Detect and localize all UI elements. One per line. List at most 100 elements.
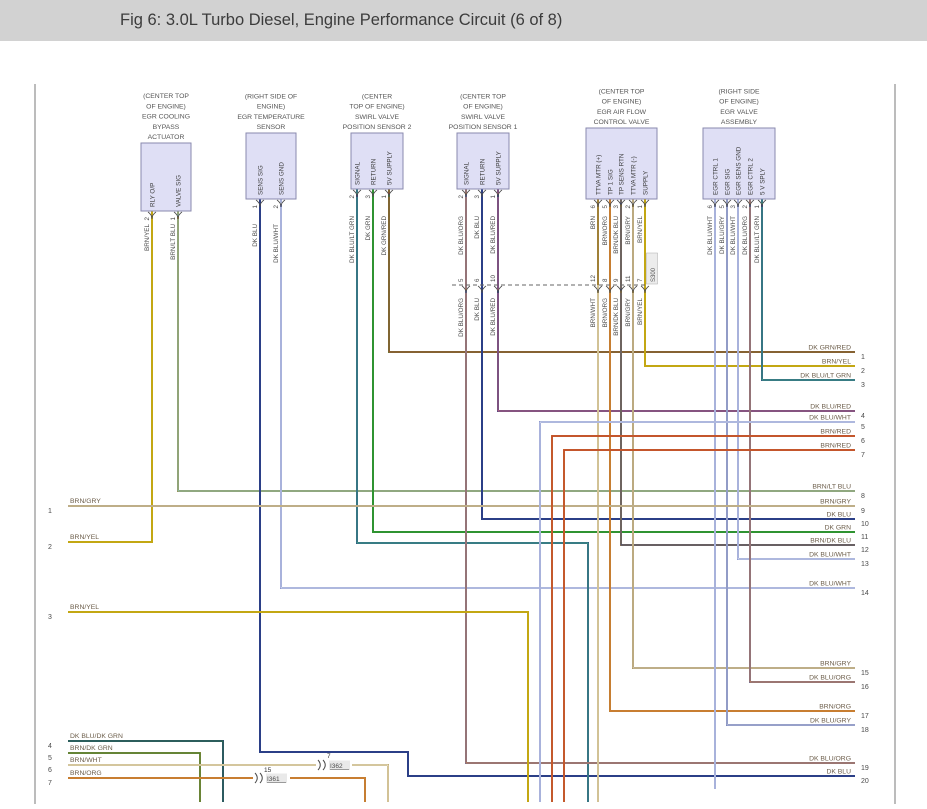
- component-caption-line: ACTUATOR: [148, 134, 185, 141]
- component-caption-line: EGR COOLING: [142, 114, 190, 121]
- right-row-label: BRN/LT BLU: [812, 484, 851, 491]
- wire-egrt-sens-sig: [259, 199, 855, 777]
- wire-color-label: DK GRN/RED: [381, 216, 388, 256]
- wire-color-label: BRN/GRY: [625, 297, 632, 326]
- inline-ref-I362[interactable]: 7 I362: [317, 753, 350, 771]
- pin-number: 2: [273, 204, 280, 208]
- pin-number: 3: [613, 204, 620, 208]
- left-row-label: BRN/YEL: [70, 604, 99, 611]
- connector-ref-label[interactable]: S300: [651, 267, 657, 282]
- pin-number: 2: [144, 216, 151, 220]
- figure-title: Fig 6: 3.0L Turbo Diesel, Engine Perform…: [120, 11, 563, 29]
- wire-color-label: DK BLU: [474, 216, 481, 239]
- component-caption-line: ENGINE): [257, 104, 285, 111]
- ref-label[interactable]: I361: [267, 776, 280, 783]
- wire-color-label: BRN/LT BLU: [170, 224, 177, 260]
- pin-label: EGR CTRL 1: [713, 158, 720, 195]
- pin-label: TTVA MTR (-): [631, 156, 638, 195]
- wire-svps1-return: [481, 189, 855, 520]
- left-row-number: 1: [48, 508, 52, 515]
- wire-egrt-sens-gnd: [280, 199, 855, 589]
- component-swirl-valve-position-sensor-1: (CENTER TOP OF ENGINE) SWIRL VALVE POSITION…: [449, 93, 518, 198]
- wire-accent-svps2-signal: [356, 189, 589, 802]
- connector-break-icon: [259, 772, 263, 784]
- wire-color-label: DK BLU/WHT: [273, 224, 280, 263]
- right-row-number: 10: [861, 521, 869, 528]
- right-row-label: BRN/RED: [820, 443, 851, 450]
- right-row-label: DK BLU/LT GRN: [800, 373, 851, 380]
- right-row-number: 20: [861, 778, 869, 785]
- wire-color-label: DK BLU/GRY: [719, 215, 726, 254]
- right-row-label: DK BLU/ORG: [809, 675, 851, 682]
- component-caption-line: SENSOR: [257, 124, 286, 131]
- connector-break-icon: [254, 772, 258, 784]
- wire-row-left6-b: [352, 764, 389, 802]
- component-caption-line: OF ENGINE): [146, 103, 186, 110]
- connector-pin-number: 8: [602, 278, 609, 282]
- right-row-number: 1: [861, 354, 865, 361]
- pin-number: 2: [349, 194, 356, 198]
- right-row-label: BRN/RED: [820, 429, 851, 436]
- wire-color-label: BRN/YEL: [637, 216, 644, 243]
- pin-label: EGR SENS GND: [736, 146, 743, 195]
- left-row-label: BRN/ORG: [70, 770, 102, 777]
- left-row-label: BRN/YEL: [70, 534, 99, 541]
- wire-color-label: DK BLU/ORG: [742, 216, 749, 255]
- wire-color-label: DK BLU/ORG: [458, 216, 465, 255]
- right-row-label: BRN/GRY: [820, 499, 851, 506]
- pin-number: 3: [730, 204, 737, 208]
- component-caption-line: POSITION SENSOR 2: [343, 124, 412, 131]
- inline-ref-I361[interactable]: 15 I361: [254, 767, 287, 784]
- ref-pin-number: 15: [264, 767, 272, 774]
- component-swirl-valve-position-sensor-2: (CENTER TOP OF ENGINE) SWIRL VALVE POSITION…: [343, 93, 412, 198]
- pin-label: RETURN: [480, 158, 487, 185]
- right-row-label: DK GRN: [825, 525, 852, 532]
- component-caption-line: OF ENGINE): [719, 99, 759, 106]
- wire-color-label: DK BLU/WHT: [730, 216, 737, 255]
- pin-label: SENS SIG: [258, 165, 265, 195]
- connector-pin-number: 10: [490, 275, 497, 282]
- wire-color-label: DK BLU/LT GRN: [349, 216, 356, 263]
- wire-bypass-rly-op: [68, 211, 153, 543]
- right-row-label: DK BLU/WHT: [809, 415, 851, 422]
- right-row-number: 7: [861, 452, 865, 459]
- left-row-label: BRN/DK GRN: [70, 745, 113, 752]
- component-egr-temperature-sensor: (RIGHT SIDE OF ENGINE) EGR TEMPERATURE SENS…: [237, 93, 305, 208]
- connector-break-icon: [322, 759, 326, 771]
- component-box: [140, 142, 192, 212]
- pin-label: TP SENS RTN: [619, 153, 626, 195]
- wire-color-label: BRN/ORG: [602, 216, 609, 245]
- wire-accent-row-right7: [563, 449, 855, 802]
- pin-number: 1: [252, 204, 259, 208]
- pin-label: RLY O/P: [150, 183, 157, 207]
- right-row-number: 3: [861, 382, 865, 389]
- pin-number: 6: [590, 204, 597, 208]
- component-caption-line: (CENTER TOP: [460, 93, 506, 100]
- left-row-number: 2: [48, 544, 52, 551]
- pin-number: 5: [602, 204, 609, 208]
- component-caption-line: EGR VALVE: [720, 109, 758, 116]
- wire-accent-row-left7-b: [290, 777, 366, 802]
- connector-pin-number: 11: [625, 275, 632, 282]
- pin-number: 3: [365, 194, 372, 198]
- wire-color-label: DK BLU/ORG: [458, 298, 465, 337]
- wire-color-label: DK BLU/LT GRN: [754, 216, 761, 263]
- component-caption-line: EGR TEMPERATURE: [237, 114, 305, 121]
- component-caption-line: SWIRL VALVE: [355, 114, 400, 121]
- connector-pin-number: 12: [590, 275, 597, 282]
- right-row-label: DK BLU: [826, 769, 851, 776]
- component-egr-valve-assembly: (RIGHT SIDE OF ENGINE) EGR VALVE ASSEMBLY EG…: [702, 88, 776, 208]
- right-row-number: 14: [861, 590, 869, 597]
- ref-label[interactable]: I362: [330, 763, 343, 770]
- right-row-number: 13: [861, 561, 869, 568]
- wire-color-label: BRN/YEL: [144, 224, 151, 251]
- left-row-number: 5: [48, 755, 52, 762]
- component-caption-line: CONTROL VALVE: [594, 119, 650, 126]
- connector-pin-number: 7: [637, 278, 644, 282]
- wire-color-label: DK GRN: [365, 216, 372, 241]
- ref-pin-number: 7: [327, 753, 331, 760]
- pin-label: EGR CTRL 2: [748, 158, 755, 195]
- right-row-number: 11: [861, 534, 868, 541]
- wire-row-left7-b: [290, 777, 366, 802]
- right-row-number: 17: [861, 713, 869, 720]
